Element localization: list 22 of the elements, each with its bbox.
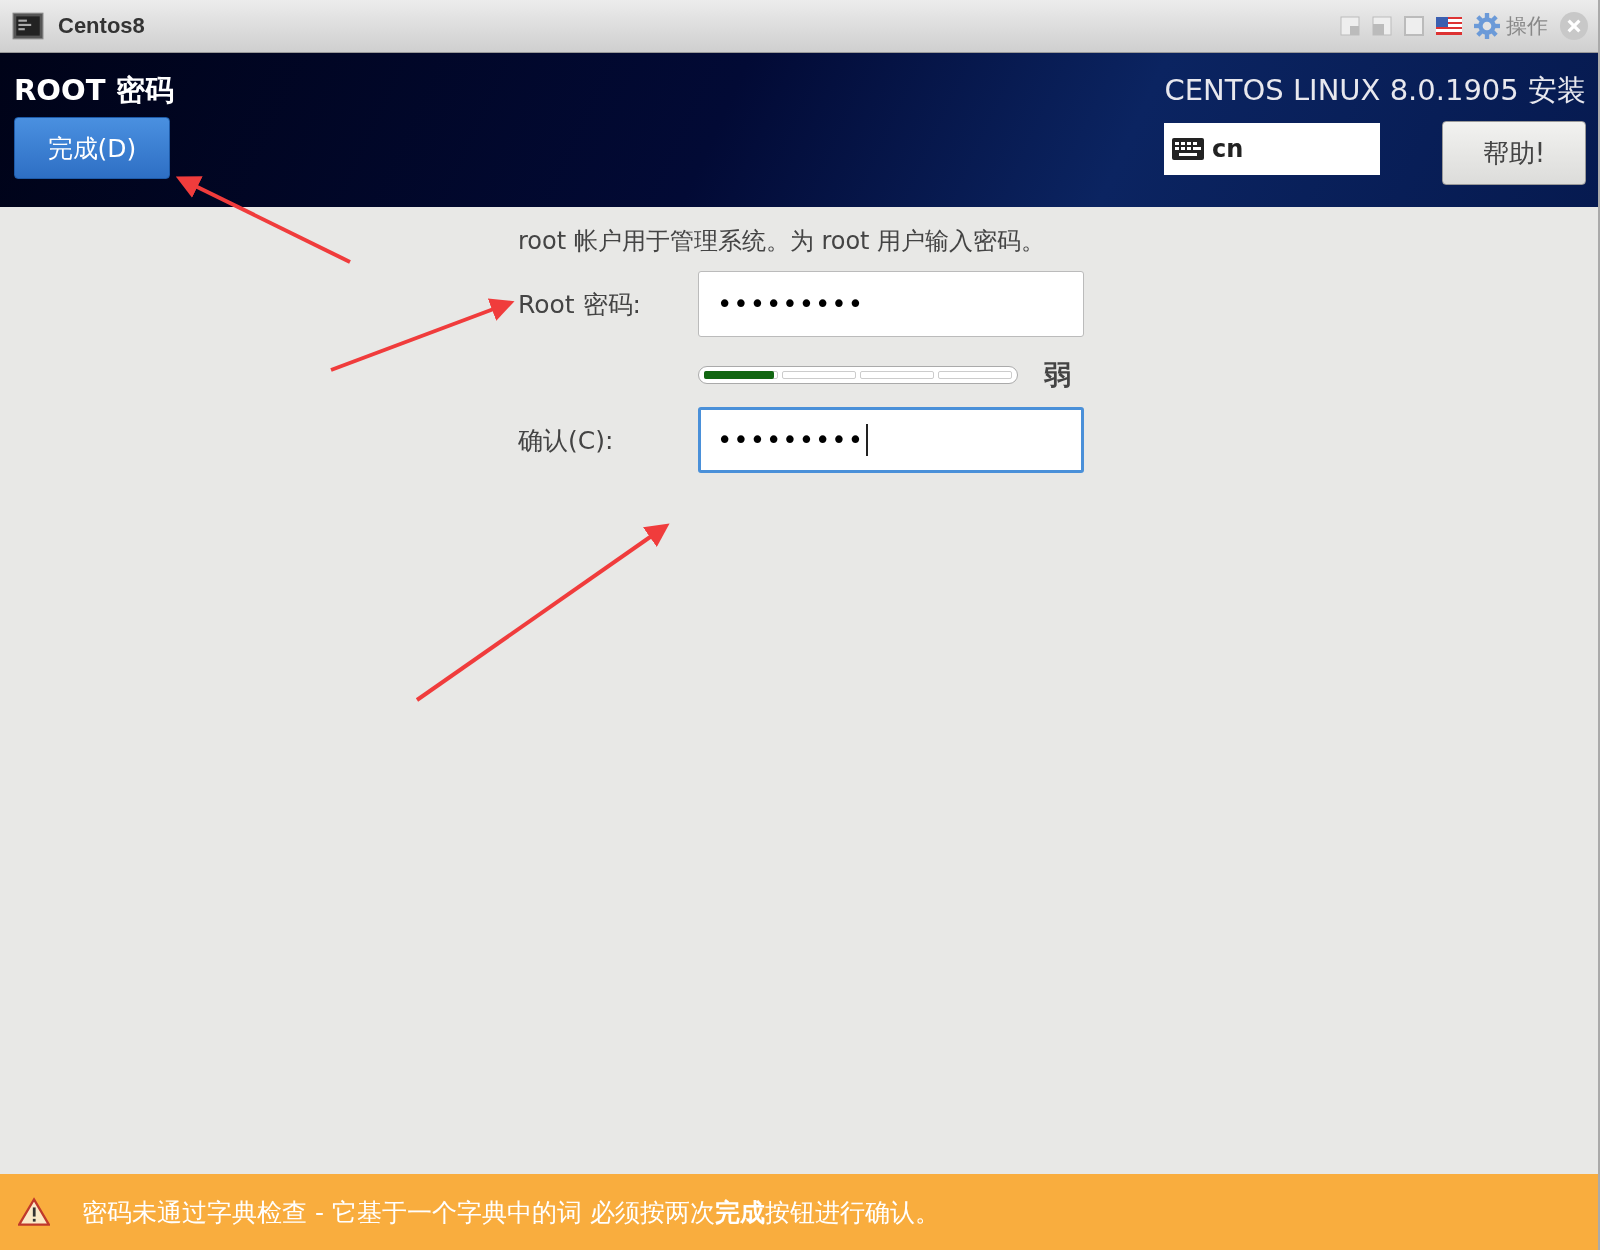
intro-text: root 帐户用于管理系统。为 root 用户输入密码。	[518, 226, 1047, 257]
flag-icon[interactable]	[1436, 17, 1462, 35]
warning-message: 密码未通过字典检查 - 它基于一个字典中的词 必须按两次完成按钮进行确认。	[82, 1196, 940, 1229]
window-title: Centos8	[58, 13, 145, 39]
password-field[interactable]: •••••••••	[698, 407, 1084, 473]
close-icon[interactable]	[1560, 12, 1588, 40]
restore-icon[interactable]	[1340, 16, 1360, 36]
field-label: 确认(C):	[518, 424, 615, 457]
password-field[interactable]: •••••••••	[698, 271, 1084, 337]
done-button[interactable]: 完成(D)	[14, 117, 170, 179]
strength-label: 弱	[1044, 358, 1071, 392]
help-button[interactable]: 帮助!	[1442, 121, 1586, 185]
maximize-icon[interactable]	[1404, 16, 1424, 36]
product-title: CENTOS LINUX 8.0.1905 安装	[1164, 72, 1586, 109]
page-title: ROOT 密码	[14, 72, 174, 109]
terminal-icon	[12, 12, 44, 40]
minimize-icon[interactable]	[1372, 16, 1392, 36]
keyboard-icon	[1172, 138, 1204, 160]
warning-icon	[18, 1197, 50, 1227]
field-label: Root 密码:	[518, 288, 642, 321]
keyboard-layout-field[interactable]: cn	[1164, 123, 1380, 175]
settings-icon[interactable]	[1474, 13, 1500, 39]
